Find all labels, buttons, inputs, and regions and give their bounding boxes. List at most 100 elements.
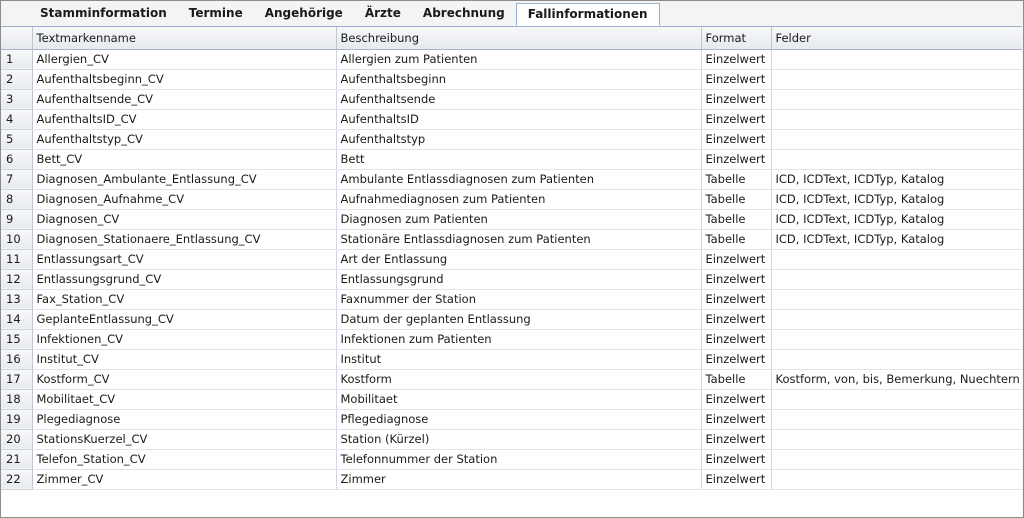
felder-cell[interactable] bbox=[771, 129, 1022, 150]
felder-cell[interactable] bbox=[771, 469, 1022, 490]
tab-stamminformation[interactable]: Stamminformation bbox=[29, 3, 178, 25]
tab-angehoerige[interactable]: Angehörige bbox=[254, 3, 354, 25]
felder-cell[interactable] bbox=[771, 329, 1022, 350]
beschreibung-cell[interactable]: Stationäre Entlassdiagnosen zum Patiente… bbox=[336, 229, 702, 250]
table-row[interactable]: 1 Allergien_CV Allergien zum Patienten Einz… bbox=[1, 49, 1022, 70]
table-row[interactable]: 4 AufenthaltsID_CV AufenthaltsID Einzelwert bbox=[1, 109, 1022, 130]
row-index-cell[interactable]: 14 bbox=[1, 309, 33, 330]
felder-cell[interactable] bbox=[771, 109, 1022, 130]
beschreibung-cell[interactable]: Infektionen zum Patienten bbox=[336, 329, 702, 350]
felder-cell[interactable] bbox=[771, 409, 1022, 430]
format-cell[interactable]: Einzelwert bbox=[701, 469, 772, 490]
felder-cell[interactable]: ICD, ICDText, ICDTyp, Katalog bbox=[771, 229, 1022, 250]
beschreibung-cell[interactable]: Allergien zum Patienten bbox=[336, 49, 702, 70]
table-row[interactable]: 6 Bett_CV Bett Einzelwert bbox=[1, 149, 1022, 170]
felder-cell[interactable] bbox=[771, 449, 1022, 470]
table-row[interactable]: 18 Mobilitaet_CV Mobilitaet Einzelwert bbox=[1, 389, 1022, 410]
table-row[interactable]: 20 StationsKuerzel_CV Station (Kürzel) Einz… bbox=[1, 429, 1022, 450]
textmarkenname-cell[interactable]: Infektionen_CV bbox=[32, 329, 337, 350]
table-row[interactable]: 19 Plegediagnose Pflegediagnose Einzelwert bbox=[1, 409, 1022, 430]
row-index-cell[interactable]: 13 bbox=[1, 289, 33, 310]
format-cell[interactable]: Einzelwert bbox=[701, 329, 772, 350]
table-row[interactable]: 3 Aufenthaltsende_CV Aufenthaltsende Einzel… bbox=[1, 89, 1022, 110]
table-row[interactable]: 5 Aufenthaltstyp_CV Aufenthaltstyp Einzelwe… bbox=[1, 129, 1022, 150]
format-cell[interactable]: Einzelwert bbox=[701, 449, 772, 470]
table-row[interactable]: 10 Diagnosen_Stationaere_Entlassung_CV Sta… bbox=[1, 229, 1022, 250]
textmarkenname-cell[interactable]: Diagnosen_Stationaere_Entlassung_CV bbox=[32, 229, 337, 250]
format-cell[interactable]: Einzelwert bbox=[701, 49, 772, 70]
textmarkenname-cell[interactable]: Diagnosen_CV bbox=[32, 209, 337, 230]
textmarkenname-cell[interactable]: Fax_Station_CV bbox=[32, 289, 337, 310]
felder-cell[interactable] bbox=[771, 309, 1022, 330]
beschreibung-cell[interactable]: Aufnahmediagnosen zum Patienten bbox=[336, 189, 702, 210]
beschreibung-cell[interactable]: Bett bbox=[336, 149, 702, 170]
textmarkenname-cell[interactable]: Diagnosen_Ambulante_Entlassung_CV bbox=[32, 169, 337, 190]
beschreibung-cell[interactable]: Kostform bbox=[336, 369, 702, 390]
felder-cell[interactable] bbox=[771, 269, 1022, 290]
row-index-cell[interactable]: 1 bbox=[1, 49, 33, 70]
row-index-cell[interactable]: 4 bbox=[1, 109, 33, 130]
beschreibung-cell[interactable]: AufenthaltsID bbox=[336, 109, 702, 130]
table-row[interactable]: 11 Entlassungsart_CV Art der Entlassung Ein… bbox=[1, 249, 1022, 270]
format-cell[interactable]: Einzelwert bbox=[701, 69, 772, 90]
row-index-cell[interactable]: 19 bbox=[1, 409, 33, 430]
textmarkenname-cell[interactable]: Mobilitaet_CV bbox=[32, 389, 337, 410]
textmarkenname-cell[interactable]: Allergien_CV bbox=[32, 49, 337, 70]
table-row[interactable]: 22 Zimmer_CV Zimmer Einzelwert bbox=[1, 469, 1022, 490]
textmarkenname-cell[interactable]: Kostform_CV bbox=[32, 369, 337, 390]
textmarkenname-cell[interactable]: Institut_CV bbox=[32, 349, 337, 370]
beschreibung-cell[interactable]: Entlassungsgrund bbox=[336, 269, 702, 290]
felder-cell[interactable] bbox=[771, 289, 1022, 310]
textmarkenname-cell[interactable]: Aufenthaltstyp_CV bbox=[32, 129, 337, 150]
row-index-cell[interactable]: 3 bbox=[1, 89, 33, 110]
row-index-cell[interactable]: 22 bbox=[1, 469, 33, 490]
column-header-format[interactable]: Format bbox=[701, 27, 772, 50]
table-row[interactable]: 16 Institut_CV Institut Einzelwert bbox=[1, 349, 1022, 370]
beschreibung-cell[interactable]: Aufenthaltsbeginn bbox=[336, 69, 702, 90]
row-index-cell[interactable]: 15 bbox=[1, 329, 33, 350]
tab-termine[interactable]: Termine bbox=[178, 3, 254, 25]
felder-cell[interactable] bbox=[771, 429, 1022, 450]
format-cell[interactable]: Tabelle bbox=[701, 369, 772, 390]
beschreibung-cell[interactable]: Datum der geplanten Entlassung bbox=[336, 309, 702, 330]
textmarkenname-cell[interactable]: AufenthaltsID_CV bbox=[32, 109, 337, 130]
textmarkenname-cell[interactable]: Entlassungsart_CV bbox=[32, 249, 337, 270]
row-index-cell[interactable]: 5 bbox=[1, 129, 33, 150]
row-index-cell[interactable]: 6 bbox=[1, 149, 33, 170]
format-cell[interactable]: Einzelwert bbox=[701, 349, 772, 370]
format-cell[interactable]: Tabelle bbox=[701, 229, 772, 250]
beschreibung-cell[interactable]: Faxnummer der Station bbox=[336, 289, 702, 310]
felder-cell[interactable]: ICD, ICDText, ICDTyp, Katalog bbox=[771, 209, 1022, 230]
row-index-cell[interactable]: 7 bbox=[1, 169, 33, 190]
felder-cell[interactable] bbox=[771, 69, 1022, 90]
felder-cell[interactable] bbox=[771, 389, 1022, 410]
row-index-cell[interactable]: 10 bbox=[1, 229, 33, 250]
row-index-cell[interactable]: 20 bbox=[1, 429, 33, 450]
table-row[interactable]: 2 Aufenthaltsbeginn_CV Aufenthaltsbeginn Ei… bbox=[1, 69, 1022, 90]
table-row[interactable]: 7 Diagnosen_Ambulante_Entlassung_CV Ambula… bbox=[1, 169, 1022, 190]
beschreibung-cell[interactable]: Art der Entlassung bbox=[336, 249, 702, 270]
tab-aerzte[interactable]: Ärzte bbox=[354, 3, 412, 25]
table-row[interactable]: 12 Entlassungsgrund_CV Entlassungsgrund Ein… bbox=[1, 269, 1022, 290]
format-cell[interactable]: Tabelle bbox=[701, 189, 772, 210]
format-cell[interactable]: Einzelwert bbox=[701, 249, 772, 270]
table-row[interactable]: 14 GeplanteEntlassung_CV Datum der geplant… bbox=[1, 309, 1022, 330]
beschreibung-cell[interactable]: Zimmer bbox=[336, 469, 702, 490]
format-cell[interactable]: Tabelle bbox=[701, 169, 772, 190]
textmarkenname-cell[interactable]: Bett_CV bbox=[32, 149, 337, 170]
felder-cell[interactable]: ICD, ICDText, ICDTyp, Katalog bbox=[771, 189, 1022, 210]
beschreibung-cell[interactable]: Institut bbox=[336, 349, 702, 370]
format-cell[interactable]: Einzelwert bbox=[701, 309, 772, 330]
format-cell[interactable]: Einzelwert bbox=[701, 129, 772, 150]
table-row[interactable]: 9 Diagnosen_CV Diagnosen zum Patienten Tabe… bbox=[1, 209, 1022, 230]
table-row[interactable]: 17 Kostform_CV Kostform Tabelle Kostform, vo… bbox=[1, 369, 1022, 390]
textmarkenname-cell[interactable]: Entlassungsgrund_CV bbox=[32, 269, 337, 290]
format-cell[interactable]: Einzelwert bbox=[701, 269, 772, 290]
row-index-cell[interactable]: 9 bbox=[1, 209, 33, 230]
textmarkenname-cell[interactable]: Aufenthaltsbeginn_CV bbox=[32, 69, 337, 90]
felder-cell[interactable] bbox=[771, 349, 1022, 370]
felder-cell[interactable] bbox=[771, 49, 1022, 70]
felder-cell[interactable] bbox=[771, 89, 1022, 110]
row-index-cell[interactable]: 11 bbox=[1, 249, 33, 270]
column-header-felder[interactable]: Felder bbox=[771, 27, 1022, 50]
